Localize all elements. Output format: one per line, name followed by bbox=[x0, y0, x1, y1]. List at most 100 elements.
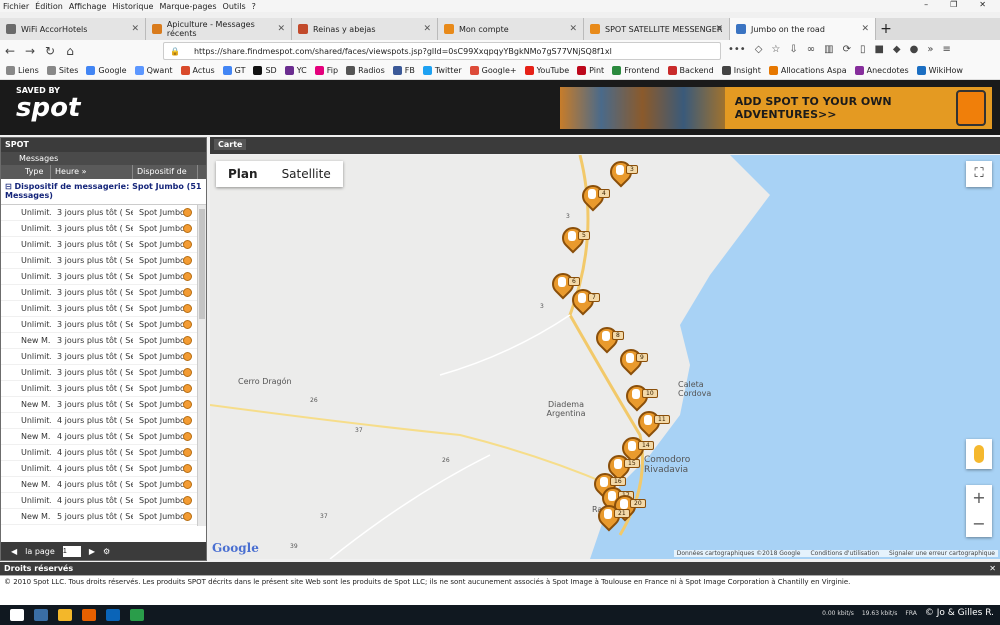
location-pin[interactable]: 5 bbox=[557, 222, 590, 257]
list-item[interactable]: New M... 3 jours plus tôt ( Sep... Spot Ju… bbox=[1, 397, 206, 413]
library-icon[interactable]: ▥ bbox=[824, 44, 833, 55]
browser-tab-active[interactable]: Jumbo on the road ✕ bbox=[730, 18, 876, 40]
scrollbar[interactable] bbox=[197, 205, 206, 526]
bookmark[interactable]: SD bbox=[253, 66, 277, 75]
addon-icon[interactable]: ● bbox=[910, 44, 919, 55]
pocket-icon[interactable]: ◇ bbox=[755, 44, 763, 55]
task-view-icon[interactable] bbox=[34, 609, 48, 621]
tab-close-icon[interactable]: ✕ bbox=[569, 24, 577, 34]
outlook-icon[interactable] bbox=[106, 609, 120, 621]
close-icon[interactable]: ✕ bbox=[979, 0, 986, 9]
browser-tab[interactable]: Mon compte ✕ bbox=[438, 18, 584, 40]
url-bar[interactable]: 🔒 https://share.findmespot.com/shared/fa… bbox=[163, 42, 721, 60]
maximize-icon[interactable]: ❐ bbox=[950, 0, 957, 9]
browser-tab[interactable]: SPOT SATELLITE MESSENGER ✕ bbox=[584, 18, 730, 40]
menu-item[interactable]: Affichage bbox=[69, 2, 107, 11]
list-item[interactable]: Unlimit... 3 jours plus tôt ( Sep... Spot … bbox=[1, 365, 206, 381]
list-item[interactable]: Unlimit... 3 jours plus tôt ( Sep... Spot … bbox=[1, 285, 206, 301]
list-item[interactable]: Unlimit... 4 jours plus tôt ( Sep... Spot … bbox=[1, 413, 206, 429]
menu-item[interactable]: ? bbox=[252, 2, 256, 11]
more-icon[interactable]: ••• bbox=[728, 44, 746, 55]
download-icon[interactable]: ⇩ bbox=[789, 44, 797, 55]
device-group[interactable]: ⊟ Dispositif de messagerie: Spot Jumbo (… bbox=[1, 179, 206, 205]
bookmark[interactable]: Anecdotes bbox=[854, 66, 909, 75]
menu-item[interactable]: Fichier bbox=[3, 2, 29, 11]
addon-icon[interactable]: ◆ bbox=[893, 44, 901, 55]
bookmark[interactable]: Pint bbox=[577, 66, 604, 75]
menu-item[interactable]: Édition bbox=[35, 2, 63, 11]
bookmark[interactable]: GT bbox=[222, 66, 245, 75]
overflow-icon[interactable]: » bbox=[927, 44, 933, 55]
back-icon[interactable]: ← bbox=[0, 44, 20, 58]
list-item[interactable]: Unlimit... 3 jours plus tôt ( Sep... Spot … bbox=[1, 381, 206, 397]
location-pin[interactable]: 8 bbox=[591, 322, 624, 357]
list-item[interactable]: Unlimit... 3 jours plus tôt ( Sep... Spot … bbox=[1, 221, 206, 237]
list-item[interactable]: New M... 3 jours plus tôt ( Sep... Spot Ju… bbox=[1, 333, 206, 349]
tab-close-icon[interactable]: ✕ bbox=[715, 24, 723, 34]
tab-close-icon[interactable]: ✕ bbox=[423, 24, 431, 34]
list-item[interactable]: Unlimit... 3 jours plus tôt ( Sep... Spot … bbox=[1, 253, 206, 269]
scroll-thumb[interactable] bbox=[199, 209, 205, 319]
list-item[interactable]: Unlimit... 4 jours plus tôt ( Sep... Spot … bbox=[1, 445, 206, 461]
column-time[interactable]: Heure » bbox=[51, 165, 133, 179]
browser-tab[interactable]: WiFi AccorHotels ✕ bbox=[0, 18, 146, 40]
list-item[interactable]: Unlimit... 3 jours plus tôt ( Sep... Spot … bbox=[1, 269, 206, 285]
list-item[interactable]: Unlimit... 3 jours plus tôt ( Sep... Spot … bbox=[1, 301, 206, 317]
list-item[interactable]: Unlimit...6 jours plus tôt ( Sep...Spot … bbox=[1, 525, 206, 526]
map-type-satellite[interactable]: Satellite bbox=[270, 161, 343, 187]
bookmark[interactable]: Backend bbox=[667, 66, 714, 75]
app-icon[interactable] bbox=[130, 609, 144, 621]
bookmark[interactable]: Sites bbox=[46, 66, 78, 75]
street-view-icon[interactable] bbox=[966, 439, 992, 469]
list-item[interactable]: New M... 4 jours plus tôt ( Sep... Spot Ju… bbox=[1, 429, 206, 445]
sync-icon[interactable]: ⟳ bbox=[843, 44, 851, 55]
minimize-icon[interactable]: – bbox=[924, 0, 928, 9]
bookmark[interactable]: Allocations Aspa bbox=[768, 66, 847, 75]
addon-icon[interactable]: ■ bbox=[874, 44, 883, 55]
firefox-icon[interactable] bbox=[82, 609, 96, 621]
collapse-icon[interactable]: ⊟ bbox=[5, 182, 12, 191]
bookmark[interactable]: Qwant bbox=[134, 66, 173, 75]
map-view[interactable]: Cerro Dragón Diadema Argentina Caleta Co… bbox=[210, 155, 1000, 559]
bookmark[interactable]: Twitter bbox=[422, 66, 462, 75]
start-icon[interactable] bbox=[10, 609, 24, 621]
location-pin[interactable]: 9 bbox=[615, 344, 648, 379]
bookmark[interactable]: Radios bbox=[346, 66, 385, 75]
close-icon[interactable]: ✕ bbox=[989, 562, 996, 575]
next-page-icon[interactable]: ▶ bbox=[89, 547, 95, 556]
page-input[interactable] bbox=[62, 545, 81, 557]
list-item[interactable]: New M... 5 jours plus tôt ( Sep... Spot Ju… bbox=[1, 509, 206, 525]
refresh-icon[interactable]: ⚙ bbox=[103, 547, 110, 556]
tab-close-icon[interactable]: ✕ bbox=[861, 24, 869, 34]
bookmark[interactable]: YouTube bbox=[524, 66, 569, 75]
location-pin[interactable]: 3 bbox=[605, 156, 638, 191]
new-tab-button[interactable]: + bbox=[876, 18, 896, 40]
menu-item[interactable]: Marque-pages bbox=[159, 2, 216, 11]
bookmark[interactable]: Actus bbox=[180, 66, 215, 75]
bookmark[interactable]: Google bbox=[86, 66, 127, 75]
tab-close-icon[interactable]: ✕ bbox=[277, 24, 285, 34]
location-pin[interactable]: 4 bbox=[577, 180, 610, 215]
menu-item[interactable]: Outils bbox=[223, 2, 246, 11]
tab-close-icon[interactable]: ✕ bbox=[131, 24, 139, 34]
bookmark[interactable]: FB bbox=[392, 66, 415, 75]
prev-page-icon[interactable]: ◀ bbox=[11, 547, 17, 556]
list-item[interactable]: Unlimit... 3 jours plus tôt ( Sep... Spot … bbox=[1, 237, 206, 253]
home-icon[interactable]: ⌂ bbox=[60, 44, 80, 58]
tab-carte[interactable]: Carte bbox=[214, 139, 247, 150]
list-item[interactable]: Unlimit... 3 jours plus tôt ( Sep... Spot … bbox=[1, 317, 206, 333]
spot-logo[interactable]: SAVED BY spot bbox=[16, 86, 80, 121]
bookmark[interactable]: YC bbox=[284, 66, 307, 75]
location-pin[interactable]: 7 bbox=[567, 284, 600, 319]
column-device[interactable]: Dispositif de bbox=[133, 165, 198, 179]
bookmark-star-icon[interactable]: ☆ bbox=[771, 44, 780, 55]
map-type-plan[interactable]: Plan bbox=[216, 161, 270, 187]
location-pin[interactable]: 21 bbox=[593, 500, 630, 535]
list-item[interactable]: Unlimit... 3 jours plus tôt ( Sep... Spot … bbox=[1, 205, 206, 221]
bookmark[interactable]: Liens bbox=[6, 66, 39, 75]
explorer-icon[interactable] bbox=[58, 609, 72, 621]
list-item[interactable]: New M... 4 jours plus tôt ( Sep... Spot Ju… bbox=[1, 477, 206, 493]
fullscreen-icon[interactable]: ⛶ bbox=[966, 161, 992, 187]
glasses-icon[interactable]: ∞ bbox=[807, 44, 815, 55]
sidebar-icon[interactable]: ▯ bbox=[860, 44, 866, 55]
